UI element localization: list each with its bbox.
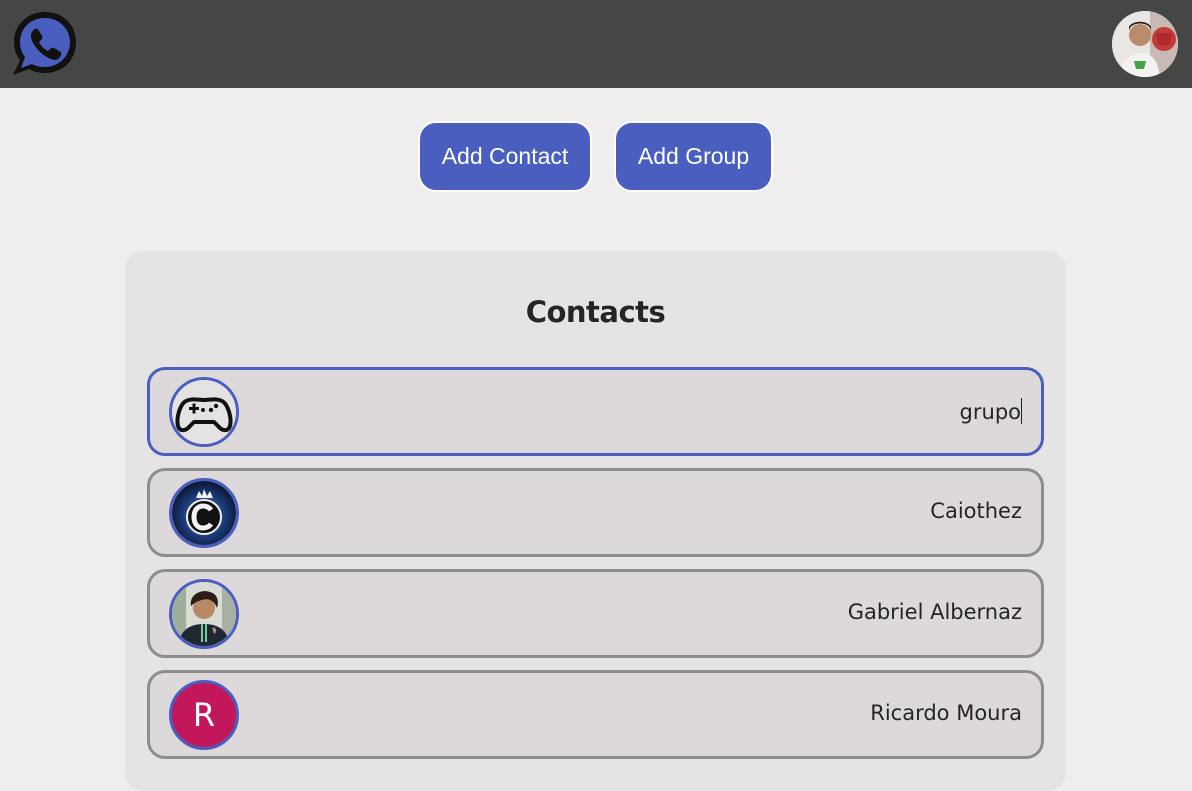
- contacts-title: Contacts: [525, 295, 666, 329]
- contact-name: Gabriel Albernaz: [847, 600, 1022, 624]
- text-caret: [1021, 398, 1022, 424]
- contact-name: Caiothez: [930, 499, 1022, 523]
- contact-item-ricardo-moura[interactable]: R Ricardo Moura: [147, 670, 1044, 759]
- contacts-panel: Contacts grupo Caiothez Gabriel Albernaz…: [125, 251, 1066, 791]
- add-group-button[interactable]: Add Group: [614, 121, 773, 192]
- avatar-letter: R: [192, 696, 216, 734]
- letter-avatar: R: [169, 680, 239, 750]
- contact-item-gabriel-albernaz[interactable]: Gabriel Albernaz: [147, 569, 1044, 658]
- c-logo-avatar-icon: [169, 478, 239, 548]
- app-logo-phone-icon[interactable]: [10, 9, 80, 79]
- add-contact-button[interactable]: Add Contact: [418, 121, 592, 192]
- gamepad-icon: [169, 377, 239, 447]
- contact-name: grupo: [959, 398, 1022, 424]
- contact-item-caiothez[interactable]: Caiothez: [147, 468, 1044, 557]
- photo-avatar-icon: [169, 579, 239, 649]
- profile-avatar[interactable]: [1112, 11, 1178, 77]
- action-buttons: Add Contact Add Group: [0, 121, 1192, 196]
- top-bar: [0, 0, 1192, 88]
- contact-item-grupo[interactable]: grupo: [147, 367, 1044, 456]
- contact-name: Ricardo Moura: [870, 701, 1022, 725]
